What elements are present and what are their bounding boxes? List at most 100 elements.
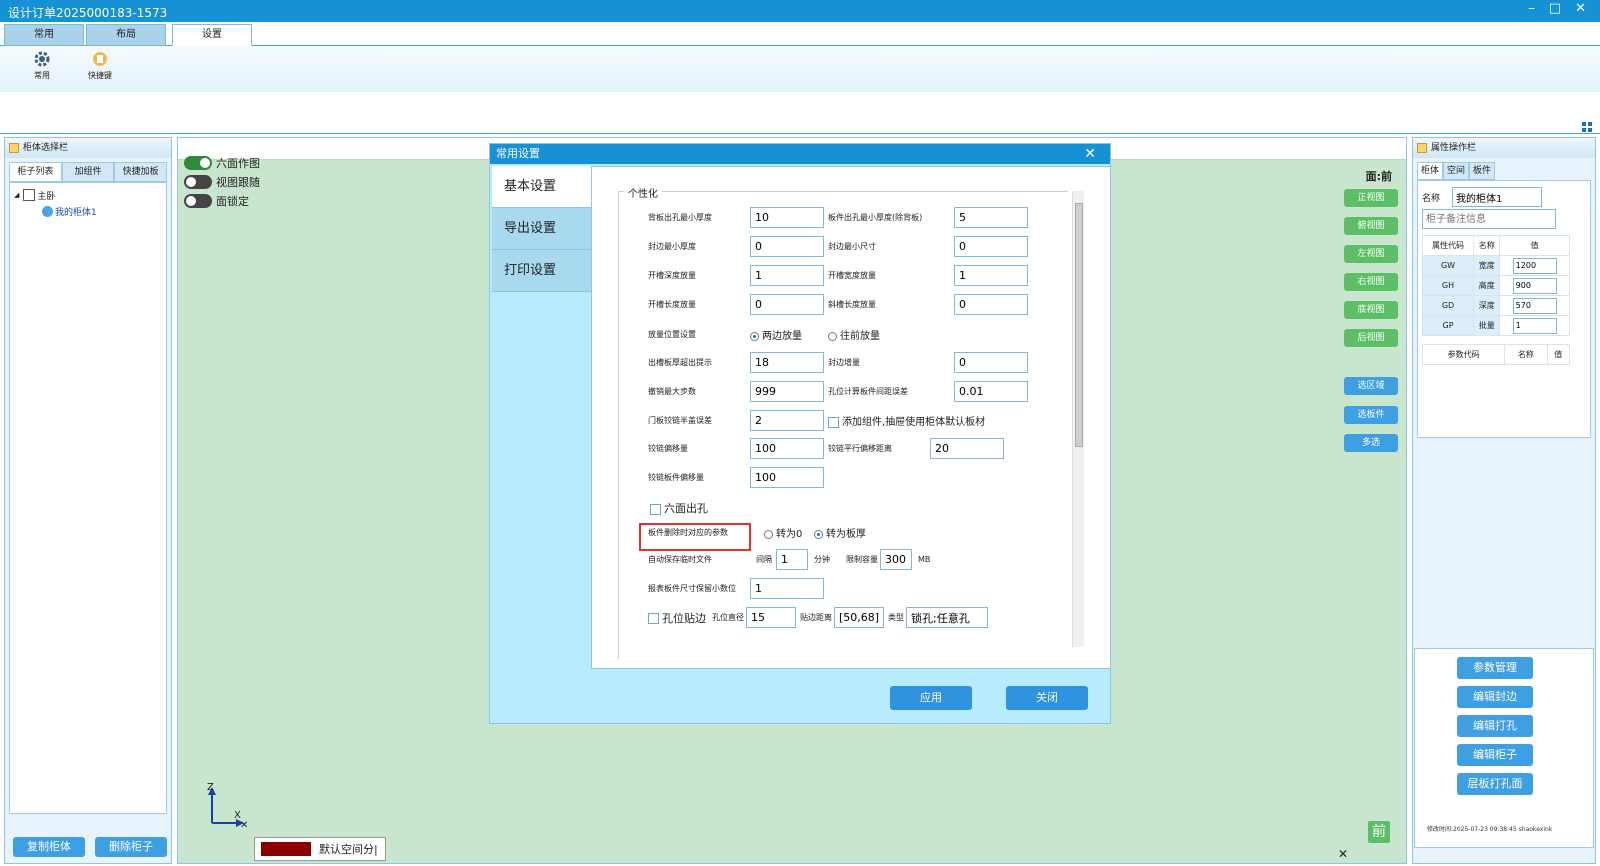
multi-select-button[interactable]: 多选 [1344,434,1398,452]
hinge-offset-input[interactable] [750,438,824,459]
six-side-toggle-row[interactable]: 六面作图 [184,155,260,171]
property-body: 名称 属性代码 名称 值 GW 宽度 GH 高度 GD 深度 [1417,180,1591,438]
view-cube-icon[interactable]: 前 [1368,821,1390,843]
col-header: 名称 [1504,344,1548,365]
radio-label: 两边放量 [762,331,802,342]
undo-steps-input[interactable] [750,381,824,402]
nav-export-settings[interactable]: 导出设置 [492,208,591,250]
right-view-button[interactable]: 右视图 [1344,273,1398,291]
margin-front-radio[interactable]: 往前放量 [828,327,880,342]
tab-settings[interactable]: 设置 [172,24,252,46]
face-lock-toggle[interactable] [184,194,212,208]
tab-cabinet[interactable]: 柜体 [1417,162,1443,180]
view-follow-toggle-row[interactable]: 视图跟随 [184,174,260,190]
param-manage-button[interactable]: 参数管理 [1457,657,1533,679]
checkbox-label: 六面出孔 [664,502,708,515]
top-view-button[interactable]: 俯视图 [1344,217,1398,235]
expand-arrow-icon[interactable]: ◢ [14,191,19,199]
hole-type-input[interactable] [906,607,988,628]
tab-layout[interactable]: 布局 [86,24,166,46]
general-settings-button[interactable]: 常用 [22,50,62,81]
margin-both-radio[interactable]: 两边放量 [750,327,828,342]
six-side-hole-checkbox[interactable]: 六面出孔 [650,500,708,516]
hole-edge-checkbox[interactable]: 孔位贴边 [648,610,712,626]
dialog-scrollbar[interactable] [1072,191,1084,647]
copy-cabinet-button[interactable]: 复制柜体 [13,837,85,857]
autosave-interval-input[interactable] [776,549,808,570]
groove-depth-input[interactable] [750,265,824,286]
minimize-button[interactable]: – [1528,1,1535,16]
left-view-button[interactable]: 左视图 [1344,245,1398,263]
width-value-input[interactable] [1512,257,1557,274]
nav-basic-settings[interactable]: 基本设置 [492,166,591,208]
name-label: 名称 [1422,193,1441,204]
groove-width-input[interactable] [954,265,1028,286]
edge-distance-input[interactable] [834,607,884,628]
select-region-button[interactable]: 选区域 [1344,377,1398,395]
face-lock-toggle-row[interactable]: 面锁定 [184,193,249,209]
axis-close-icon[interactable]: ✕ [240,820,248,831]
edit-edge-button[interactable]: 编辑封边 [1457,686,1533,708]
close-dialog-button[interactable]: 关闭 [1006,686,1088,710]
tree-child-label: 我的柜体1 [55,207,97,218]
prop-name: 深度 [1473,295,1501,316]
delete-cabinet-button[interactable]: 删除柜子 [95,837,167,857]
tab-quick-add-panel[interactable]: 快捷加板 [114,162,168,182]
tab-space[interactable]: 空间 [1443,162,1469,180]
scrollbar-thumb[interactable] [1075,203,1083,447]
edge-min-size-input[interactable] [954,236,1028,257]
hinge-half-error-input[interactable] [750,410,824,431]
grid-icon[interactable] [1582,122,1592,132]
nav-print-settings[interactable]: 打印设置 [492,250,591,292]
front-view-button[interactable]: 正视图 [1344,189,1398,207]
edge-min-thick-input[interactable] [750,236,824,257]
close-window-button[interactable]: ✕ [1575,1,1586,16]
tree-node-cabinet[interactable]: 我的柜体1 [14,203,162,219]
diameter-label: 孔位直径 [712,613,744,622]
hinge-parallel-input[interactable] [930,438,1004,459]
to-zero-radio[interactable]: 转为0 [764,525,814,540]
hinge-panel-offset-input[interactable] [750,467,824,488]
back-hole-min-input[interactable] [750,207,824,228]
hole-tolerance-input[interactable] [954,381,1028,402]
report-decimals-input[interactable] [750,578,824,599]
groove-length-input[interactable] [750,294,824,315]
panel-hole-min-input[interactable] [954,207,1028,228]
edit-hole-button[interactable]: 编辑打孔 [1457,715,1533,737]
tab-add-component[interactable]: 加组件 [61,162,115,182]
cabinet-note-input[interactable] [1422,209,1556,229]
bottom-view-button[interactable]: 底视图 [1344,301,1398,319]
radio-dot-icon [750,331,759,341]
canvas-close-icon[interactable]: ✕ [1338,847,1348,861]
checkbox-icon [828,416,839,428]
dialog-close-icon[interactable]: ✕ [1084,144,1096,164]
tree-node-root[interactable]: ◢ 主卧 [14,187,162,203]
minute-unit: 分钟 [814,555,830,564]
select-panel-button[interactable]: 选板件 [1344,406,1398,424]
shelf-hole-face-button[interactable]: 层板打孔面 [1457,773,1533,795]
shortcut-button[interactable]: 快捷键 [80,50,120,81]
to-thickness-radio[interactable]: 转为板厚 [814,525,866,540]
cabinet-name-input[interactable] [1452,187,1543,207]
face-lock-label: 面锁定 [216,195,249,208]
groove-exceed-input[interactable] [750,352,824,373]
add-component-checkbox[interactable]: 添加组件,抽屉使用柜体默认板材 [824,413,985,428]
autosave-cap-input[interactable] [880,549,912,570]
tab-common[interactable]: 常用 [4,24,84,46]
apply-button[interactable]: 应用 [890,686,972,710]
back-view-button[interactable]: 后视图 [1344,329,1398,347]
right-panel-header: 属性操作栏 [1413,138,1595,158]
hole-diameter-input[interactable] [746,607,796,628]
view-follow-toggle[interactable] [184,175,212,189]
height-value-input[interactable] [1512,277,1557,294]
depth-value-input[interactable] [1512,297,1557,314]
maximize-button[interactable]: □ [1549,1,1561,16]
batch-value-input[interactable] [1512,317,1557,334]
tab-panel[interactable]: 板件 [1469,162,1495,180]
edge-add-input[interactable] [954,352,1028,373]
tab-cabinet-list[interactable]: 柜子列表 [9,162,62,182]
six-side-toggle[interactable] [184,156,212,170]
edit-cabinet-button[interactable]: 编辑柜子 [1457,744,1533,766]
slant-groove-length-input[interactable] [954,294,1028,315]
cabinet-icon [42,205,53,217]
